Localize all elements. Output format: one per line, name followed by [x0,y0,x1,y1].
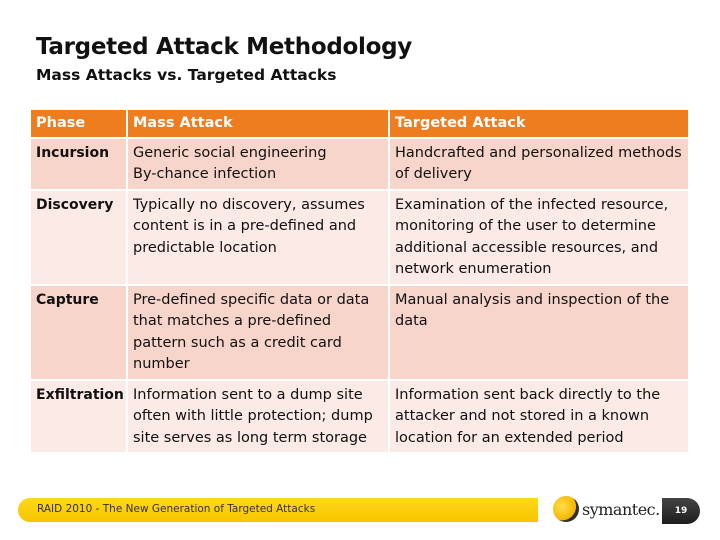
mass-line-1: Generic social engineering [133,144,327,161]
table-header-row: Phase Mass Attack Targeted Attack [31,110,688,137]
header-targeted-attack: Targeted Attack [390,110,688,137]
mass-attack-cell: Typically no discovery, assumes content … [128,190,388,284]
targeted-attack-cell: Handcrafted and personalized methods of … [390,138,688,189]
mass-attack-cell: Information sent to a dump site often wi… [128,380,388,452]
header-phase: Phase [31,110,126,137]
mass-attack-cell: Generic social engineering By-chance infe… [128,138,388,189]
phase-cell: Discovery [31,190,126,284]
page-number: 19 [662,498,700,524]
footer-bar: RAID 2010 - The New Generation of Target… [18,498,538,522]
targeted-attack-cell: Manual analysis and inspection of the da… [390,285,688,379]
mass-line-2: By-chance infection [133,166,277,182]
mass-attack-cell: Pre-defined specific data or data that m… [128,285,388,379]
symantec-logo: symantec. [553,496,660,522]
table-row: Incursion Generic social engineering By-c… [31,138,688,189]
slide-subtitle: Mass Attacks vs. Targeted Attacks [36,66,337,84]
phase-cell: Capture [31,285,126,379]
targeted-attack-cell: Information sent back directly to the at… [390,380,688,452]
phase-cell: Incursion [31,138,126,189]
phase-cell: Exfiltration [31,380,126,452]
header-mass-attack: Mass Attack [128,110,388,137]
logo-text: symantec. [582,499,660,519]
symantec-logo-icon [553,496,579,522]
targeted-attack-cell: Examination of the infected resource, mo… [390,190,688,284]
table-row: Discovery Typically no discovery, assume… [31,190,688,284]
footer-text: RAID 2010 - The New Generation of Target… [37,503,316,515]
slide-title: Targeted Attack Methodology [36,34,412,60]
table-row: Capture Pre-defined specific data or dat… [31,285,688,379]
comparison-table: Phase Mass Attack Targeted Attack Incurs… [29,108,690,454]
table-row: Exfiltration Information sent to a dump … [31,380,688,452]
